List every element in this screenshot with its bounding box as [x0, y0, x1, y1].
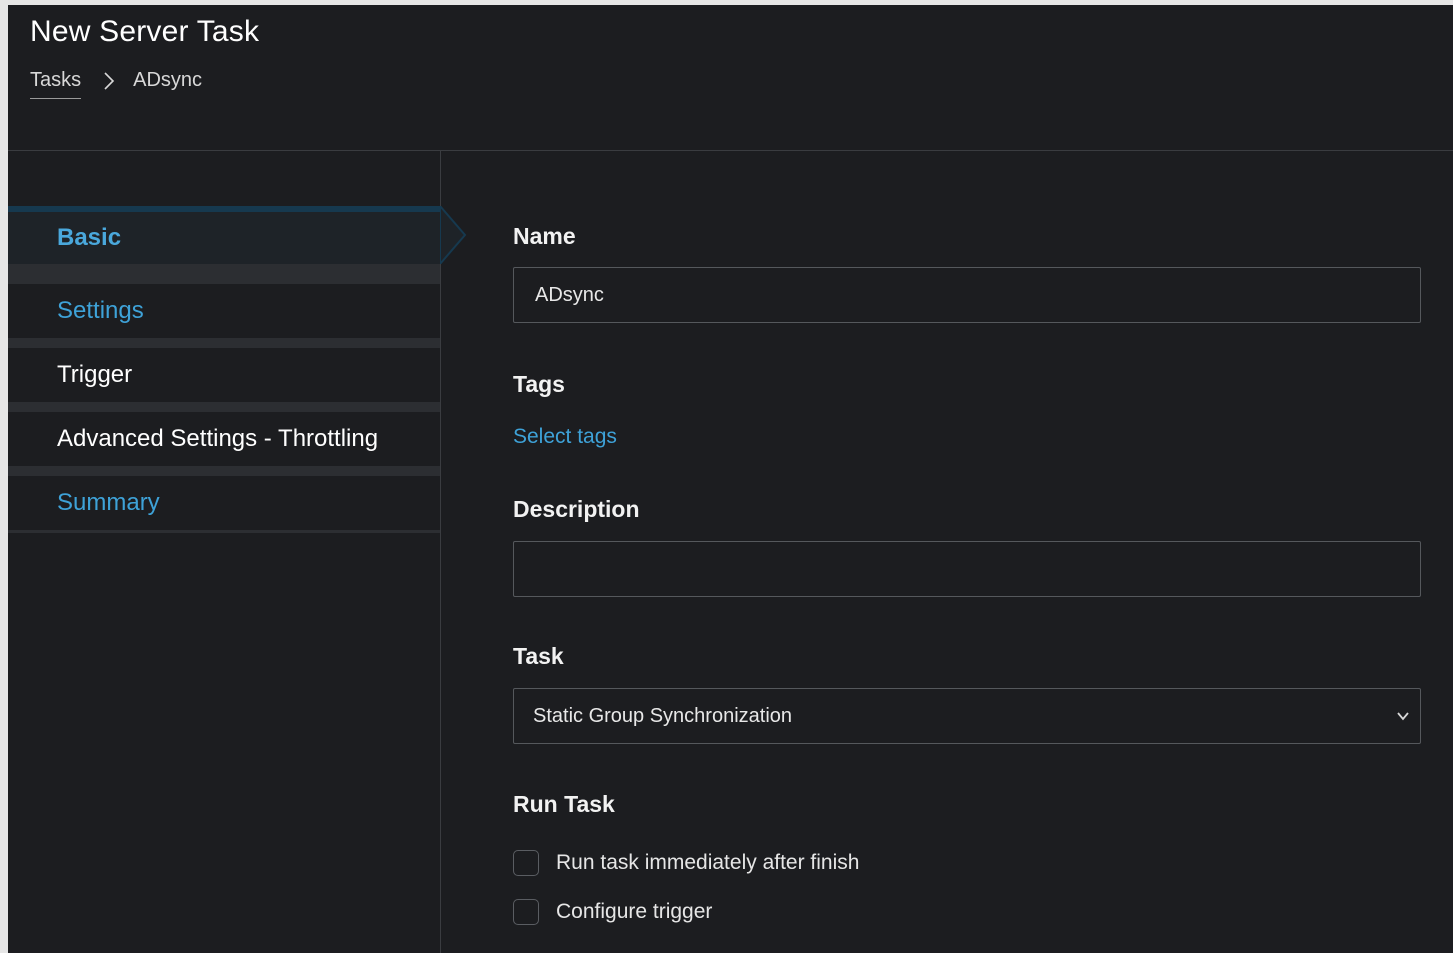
run-task-label: Run Task — [513, 791, 615, 817]
breadcrumb-current: ADsync — [133, 69, 203, 91]
sidebar-item-settings[interactable]: Settings — [8, 274, 440, 338]
wizard-sidebar: Basic Settings Trigger Advanced Settings… — [8, 151, 467, 953]
breadcrumb-tasks-link[interactable]: Tasks — [30, 69, 82, 99]
breadcrumb: Tasks ADsync — [30, 69, 202, 99]
wizard-steps: Basic Settings Trigger Advanced Settings… — [8, 206, 467, 533]
configure-trigger-label: Configure trigger — [556, 900, 713, 923]
page-title: New Server Task — [30, 15, 260, 48]
description-label: Description — [513, 496, 640, 522]
run-immediately-checkbox[interactable] — [513, 850, 539, 876]
run-immediately-option[interactable]: Run task immediately after finish — [513, 850, 859, 876]
configure-trigger-option[interactable]: Configure trigger — [513, 899, 712, 925]
chevron-down-icon — [1397, 712, 1409, 721]
select-tags-link[interactable]: Select tags — [513, 425, 617, 449]
description-field[interactable] — [513, 541, 1421, 597]
sidebar-item-label: Settings — [57, 297, 144, 324]
task-select-value: Static Group Synchronization — [533, 704, 793, 727]
page-header: New Server Task Tasks ADsync — [8, 5, 1453, 151]
tags-label: Tags — [513, 371, 565, 397]
task-label: Task — [513, 643, 564, 669]
run-immediately-label: Run task immediately after finish — [556, 851, 860, 874]
chevron-right-icon — [104, 72, 115, 90]
active-step-pointer — [440, 206, 467, 264]
sidebar-item-summary[interactable]: Summary — [8, 466, 440, 533]
name-input[interactable] — [533, 282, 1397, 308]
name-label: Name — [513, 223, 576, 249]
task-select[interactable]: Static Group Synchronization — [513, 688, 1421, 744]
description-input[interactable] — [533, 556, 1397, 582]
sidebar-item-label: Trigger — [57, 361, 133, 388]
sidebar-item-label: Advanced Settings - Throttling — [57, 425, 379, 452]
sidebar-item-trigger[interactable]: Trigger — [8, 338, 440, 402]
configure-trigger-checkbox[interactable] — [513, 899, 539, 925]
name-field[interactable] — [513, 267, 1421, 323]
app-window: New Server Task Tasks ADsync Basic Setti… — [8, 5, 1453, 953]
sidebar-item-label: Summary — [57, 489, 160, 516]
sidebar-item-label: Basic — [57, 224, 122, 251]
sidebar-item-advanced-settings[interactable]: Advanced Settings - Throttling — [8, 402, 440, 466]
sidebar-item-basic[interactable]: Basic — [8, 206, 467, 274]
